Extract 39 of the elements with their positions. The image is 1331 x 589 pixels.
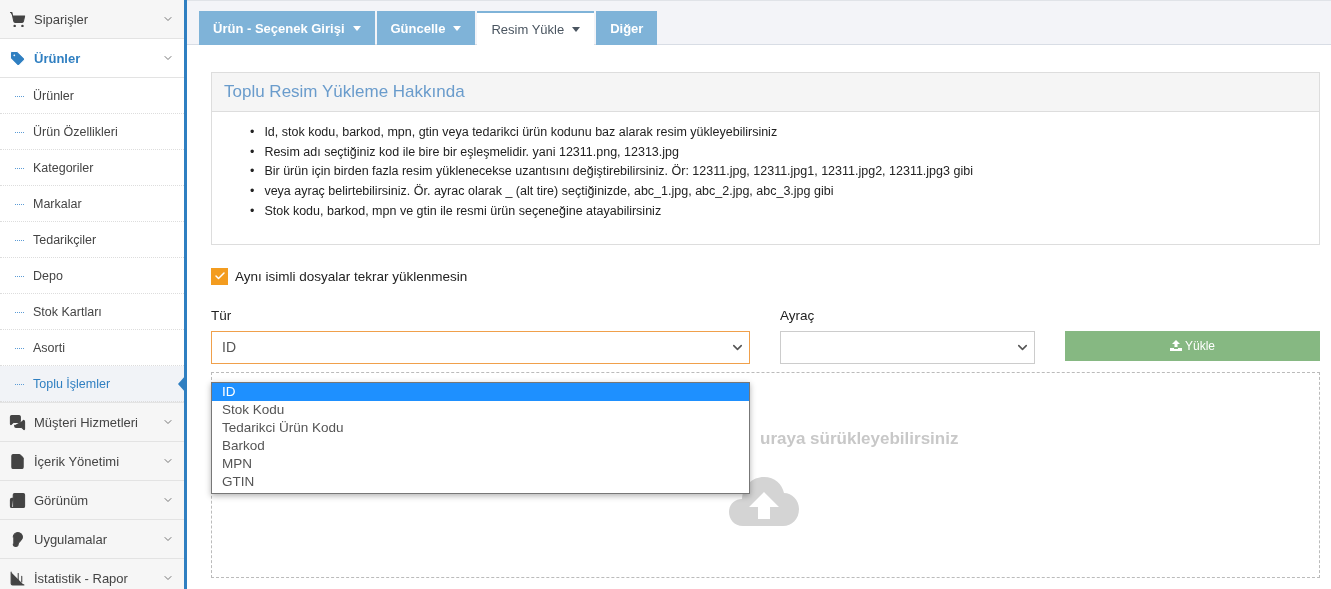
type-select[interactable]: ID [211, 330, 750, 364]
sidebar-subitem[interactable]: Tedarikçiler [0, 222, 184, 258]
sidebar-item[interactable]: İstatistik - Rapor [0, 559, 184, 589]
sidebar-item[interactable]: Siparişler [0, 0, 184, 39]
check-icon [213, 270, 226, 282]
sidebar-subitem[interactable]: Ürün Özellikleri [0, 114, 184, 150]
bullet: • [250, 143, 255, 161]
upload-icon [1170, 340, 1182, 351]
sidebar-subitem[interactable]: Markalar [0, 186, 184, 222]
sidebar-subitem[interactable]: Kategoriler [0, 150, 184, 186]
sidebar-subitem[interactable]: Depo [0, 258, 184, 294]
cart-icon [9, 10, 26, 28]
checkbox-label: Aynı isimli dosyalar tekrar yüklenmesin [235, 268, 468, 284]
tab[interactable]: Resim Yükle [477, 11, 595, 45]
info-item: Bir ürün için birden fazla resim yüklenecekse uzantısını değiştirebilirsiniz. Ör: 12311.jpg, 12311.jpg1, 12311.jpg2, 12311.jpg3 gibi [264, 163, 973, 181]
info-item: Id, stok kodu, barkod, mpn, gtin veya tedarikci ürün kodunu baz alarak resim yükleyebilirsiniz [264, 124, 778, 141]
sidebar-item[interactable]: Müşteri Hizmetleri [0, 403, 184, 442]
chat-icon [9, 413, 26, 431]
field-label: Ayraç [780, 307, 816, 323]
bullet: • [250, 183, 255, 201]
sidebar-subitem[interactable]: Asorti [0, 330, 184, 366]
info-item: Resim adı seçtiğiniz kod ile bire bir eşleşmelidir. yani 12311.png, 12313.jpg [264, 143, 679, 161]
sidebar-item[interactable]: Görünüm [0, 481, 184, 520]
bullet: • [250, 124, 255, 141]
tag-icon [9, 49, 26, 67]
checkbox[interactable] [211, 267, 228, 285]
file-icon [9, 452, 26, 470]
sidebar-subitem[interactable]: Stok Kartları [0, 294, 184, 330]
info-item: veya ayraç belirtebilirsiniz. Ör. ayrac olarak _ (alt tire) seçtiğinizde, abc_1.jpg, abc_2.jpg, abc_3.jpg gibi [264, 183, 834, 201]
panel-title: Toplu Resim Yükleme Hakkında [212, 73, 1319, 112]
sidebar-item[interactable]: Uygulamalar [0, 520, 184, 559]
info-item: Stok kodu, barkod, mpn ve gtin ile resmi ürün seçeneğine atayabilirsiniz [264, 202, 662, 220]
sidebar-item[interactable]: İçerik Yönetimi [0, 442, 184, 481]
bullet: • [250, 202, 255, 220]
bullet: • [250, 163, 255, 181]
separator-select[interactable] [780, 330, 1035, 364]
field-label: Tür [211, 307, 233, 323]
sidebar-subitem[interactable]: Toplu İşlemler [0, 366, 184, 402]
sidebar-subitem[interactable]: Ürünler [0, 78, 184, 114]
